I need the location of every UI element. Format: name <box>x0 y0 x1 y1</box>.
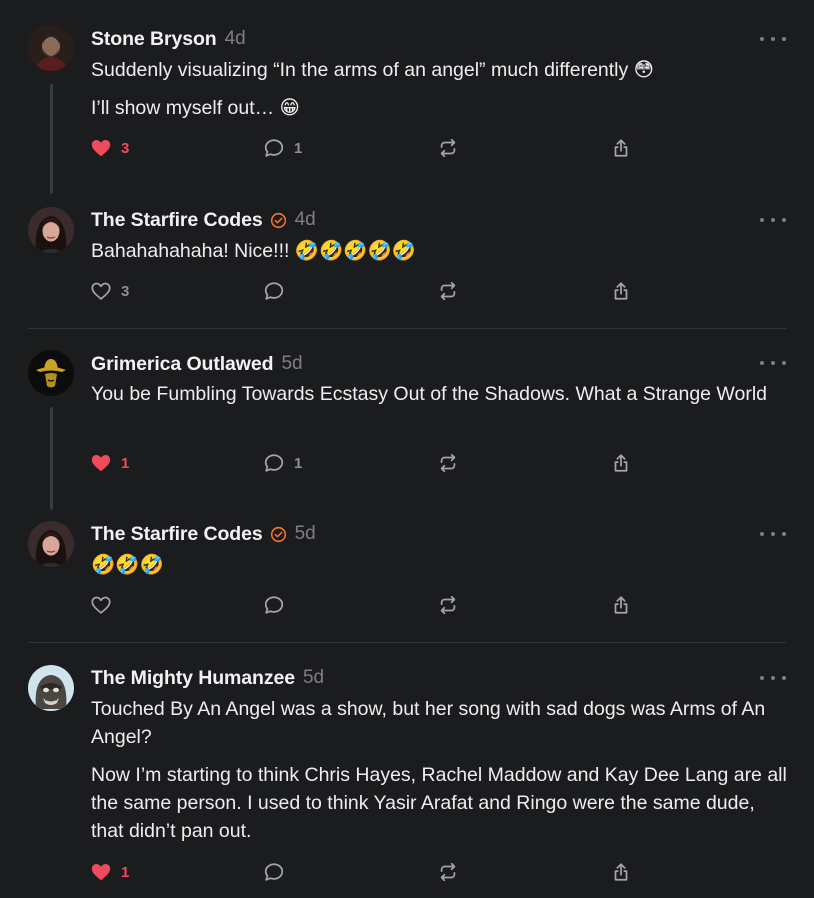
post-paragraph: I’ll show myself out… 😁 <box>91 97 300 119</box>
like-count: 3 <box>121 282 130 300</box>
post-text: Touched By An Angel was a show, but her … <box>91 695 791 845</box>
post-text: Suddenly visualizing “In the arms of an … <box>91 56 791 122</box>
like-button[interactable]: 1 <box>90 451 129 475</box>
timestamp[interactable]: 5d <box>295 523 316 545</box>
action-bar: 3 1 <box>90 136 650 160</box>
heart-filled-icon <box>91 864 111 881</box>
avatar[interactable] <box>28 350 74 396</box>
author-name[interactable]: The Mighty Humanzee <box>91 667 295 690</box>
heart-filled-icon <box>91 455 111 472</box>
like-count: 1 <box>121 863 130 881</box>
post-text: Bahahahahaha! Nice!!! 🤣🤣🤣🤣🤣 <box>91 237 791 265</box>
heart-filled-icon <box>91 140 111 157</box>
comment-button[interactable]: 1 <box>263 136 302 160</box>
avatar[interactable] <box>28 207 74 253</box>
comment-button[interactable] <box>263 860 285 884</box>
share-icon <box>614 863 628 881</box>
avatar[interactable] <box>28 521 74 567</box>
thread-divider <box>28 642 786 643</box>
post-text: 🤣🤣🤣 <box>91 551 791 579</box>
repost-icon <box>440 138 456 158</box>
post-header: Stone Bryson 4d <box>91 26 246 52</box>
more-options-button[interactable] <box>760 355 786 371</box>
action-bar <box>90 593 650 617</box>
post-paragraph: Now I’m starting to think Chris Hayes, R… <box>91 764 787 842</box>
post-header: The Starfire Codes 4d <box>91 207 316 233</box>
like-button[interactable] <box>90 593 112 617</box>
comment-icon <box>264 863 284 881</box>
comment-icon <box>264 282 284 300</box>
repost-button[interactable] <box>437 136 459 160</box>
repost-icon <box>440 281 456 301</box>
share-icon <box>614 139 628 157</box>
action-bar: 1 <box>90 860 650 884</box>
avatar[interactable] <box>28 25 74 71</box>
more-options-button[interactable] <box>760 670 786 686</box>
repost-icon <box>440 595 456 615</box>
timestamp[interactable]: 5d <box>281 353 302 375</box>
share-icon <box>614 282 628 300</box>
action-bar: 3 <box>90 279 650 303</box>
like-button[interactable]: 3 <box>90 136 129 160</box>
like-button[interactable]: 3 <box>90 279 129 303</box>
like-count: 1 <box>121 454 130 472</box>
timestamp[interactable]: 4d <box>225 28 246 50</box>
like-count: 3 <box>121 139 130 157</box>
more-options-button[interactable] <box>760 31 786 47</box>
share-button[interactable] <box>610 451 632 475</box>
post-text: You be Fumbling Towards Ecstasy Out of t… <box>91 380 791 408</box>
comment-icon <box>264 596 284 614</box>
heart-outline-icon <box>91 596 111 614</box>
comment-count: 1 <box>294 139 303 157</box>
thread-line <box>50 407 53 510</box>
timestamp[interactable]: 5d <box>303 667 324 689</box>
comment-button[interactable]: 1 <box>263 451 302 475</box>
share-button[interactable] <box>610 593 632 617</box>
repost-button[interactable] <box>437 451 459 475</box>
comment-count: 1 <box>294 454 303 472</box>
post-header: Grimerica Outlawed 5d <box>91 351 303 377</box>
reply-feed: Stone Bryson 4d Suddenly visualizing “In… <box>0 0 814 898</box>
like-button[interactable]: 1 <box>90 860 129 884</box>
share-icon <box>614 596 628 614</box>
action-bar: 1 1 <box>90 451 650 475</box>
share-button[interactable] <box>610 279 632 303</box>
thread-divider <box>28 328 786 329</box>
share-button[interactable] <box>610 136 632 160</box>
repost-icon <box>440 453 456 473</box>
post-header: The Starfire Codes 5d <box>91 521 316 547</box>
comment-button[interactable] <box>263 279 285 303</box>
author-name[interactable]: Grimerica Outlawed <box>91 353 274 376</box>
share-button[interactable] <box>610 860 632 884</box>
author-name[interactable]: The Starfire Codes <box>91 209 263 232</box>
post-header: The Mighty Humanzee 5d <box>91 665 324 691</box>
verified-badge-icon <box>270 526 286 542</box>
verified-badge-icon <box>270 212 286 228</box>
share-icon <box>614 454 628 472</box>
more-options-button[interactable] <box>760 212 786 228</box>
post-paragraph: Touched By An Angel was a show, but her … <box>91 698 766 748</box>
author-name[interactable]: The Starfire Codes <box>91 523 263 546</box>
repost-button[interactable] <box>437 860 459 884</box>
more-options-button[interactable] <box>760 526 786 542</box>
heart-outline-icon <box>91 282 111 300</box>
comment-button[interactable] <box>263 593 285 617</box>
post-paragraph: 🤣🤣🤣 <box>91 554 164 576</box>
repost-button[interactable] <box>437 593 459 617</box>
timestamp[interactable]: 4d <box>295 209 316 231</box>
repost-icon <box>440 862 456 882</box>
post-paragraph: Suddenly visualizing “In the arms of an … <box>91 59 655 81</box>
post-paragraph: You be Fumbling Towards Ecstasy Out of t… <box>91 383 767 405</box>
thread-line <box>50 84 53 194</box>
avatar[interactable] <box>28 665 74 711</box>
repost-button[interactable] <box>437 279 459 303</box>
comment-icon <box>264 454 284 472</box>
comment-icon <box>264 139 284 157</box>
post-paragraph: Bahahahahaha! Nice!!! 🤣🤣🤣🤣🤣 <box>91 240 417 262</box>
author-name[interactable]: Stone Bryson <box>91 28 217 51</box>
